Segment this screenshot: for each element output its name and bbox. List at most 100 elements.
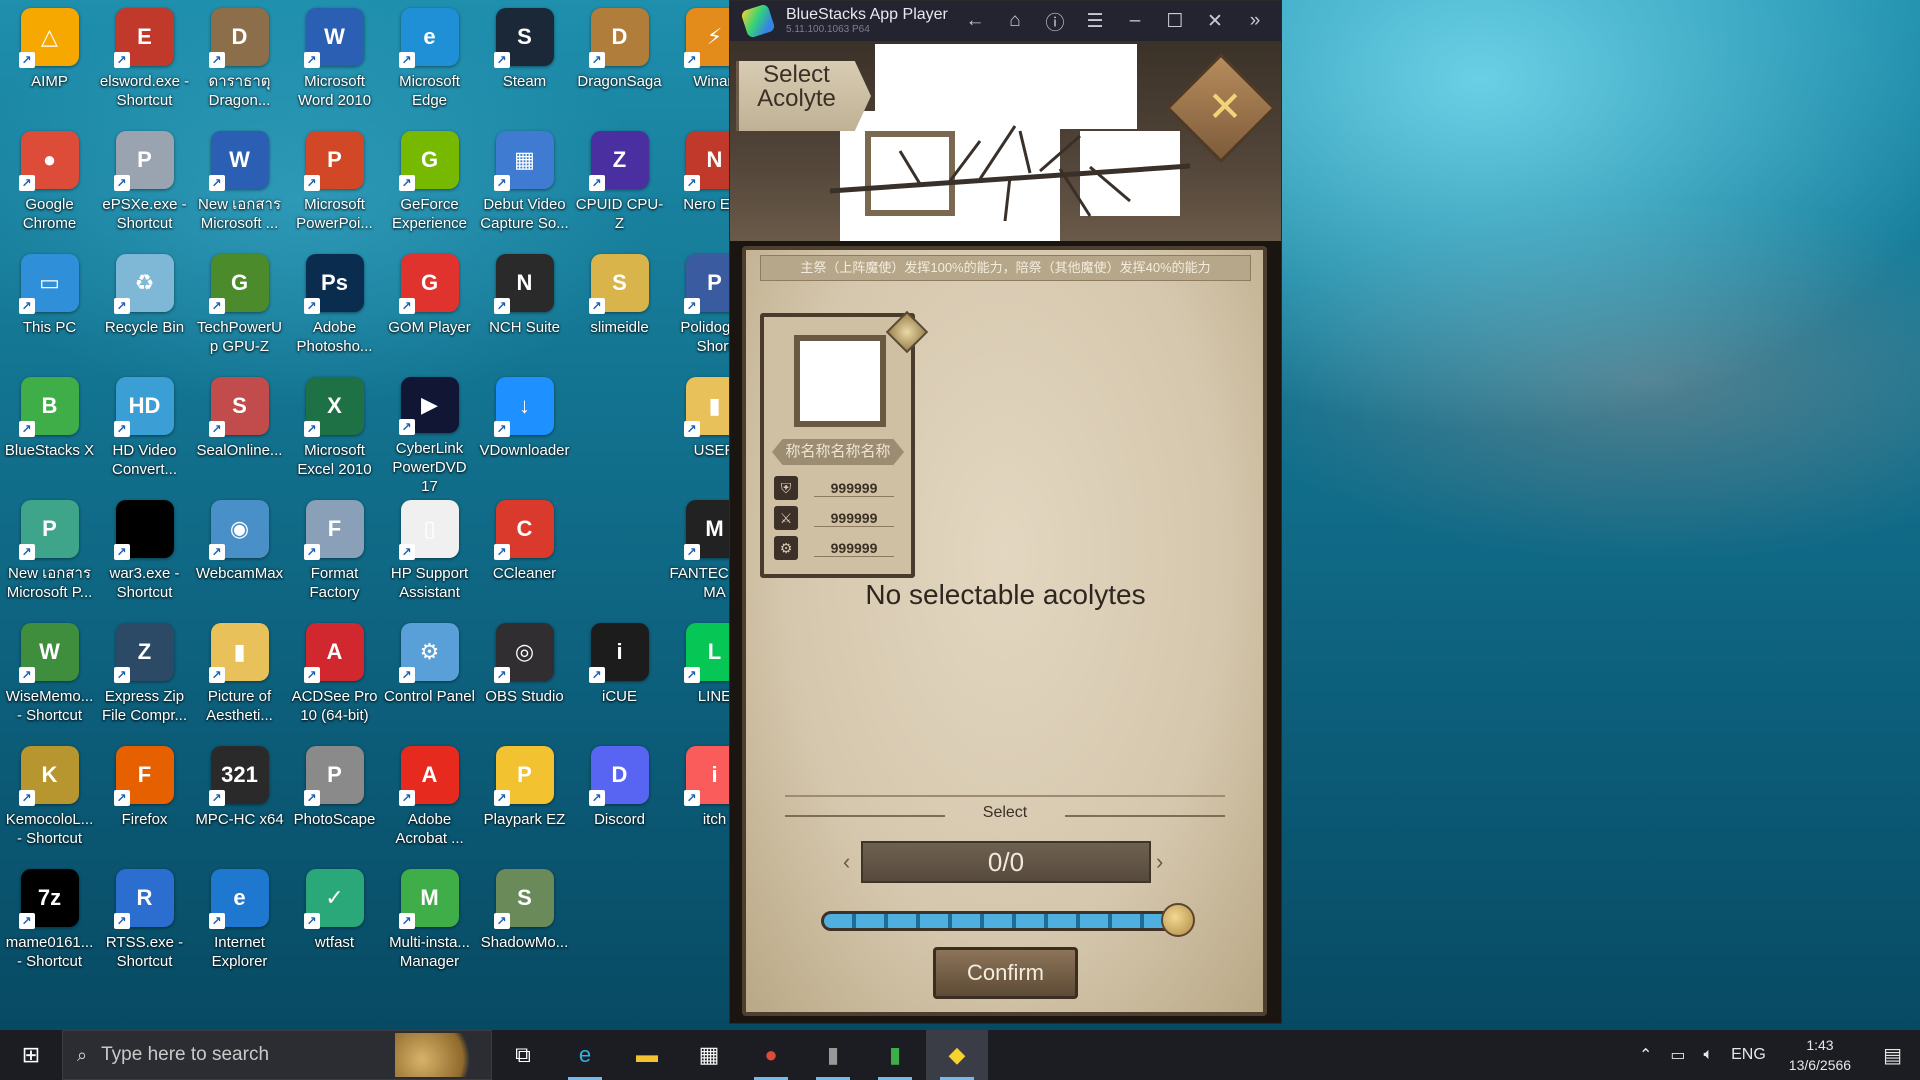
task-view-icon[interactable]: ⧉ xyxy=(492,1030,554,1080)
notification-icon[interactable]: ▤ xyxy=(1865,1043,1920,1068)
quantity-slider[interactable] xyxy=(821,911,1191,931)
desktop-icon[interactable]: F ↗ Firefox xyxy=(97,742,192,865)
chrome-icon[interactable]: ● xyxy=(740,1030,802,1080)
select-label: Select xyxy=(982,804,1028,821)
language-indicator[interactable]: ENG xyxy=(1722,1046,1775,1064)
desktop-icon[interactable]: D ↗ DragonSaga xyxy=(572,4,667,127)
shortcut-arrow-icon: ↗ xyxy=(113,298,130,314)
app-icon: ✓ ↗ xyxy=(303,869,364,929)
desktop-icon[interactable]: e ↗ Internet Explorer xyxy=(192,865,287,988)
desktop-icon[interactable]: P ↗ ePSXe.exe - Shortcut xyxy=(97,127,192,250)
app-icon: e ↗ xyxy=(398,8,459,68)
desktop-icon[interactable]: ✓ ↗ wtfast xyxy=(287,865,382,988)
close-icon[interactable]: ✕ xyxy=(1195,1,1235,41)
desktop-icon[interactable]: ◉ ↗ WebcamMax xyxy=(192,496,287,619)
desktop-icon[interactable]: W ↗ New เอกสาร Microsoft ... xyxy=(192,127,287,250)
desktop-icon[interactable]: D ↗ ดาราธาตุ Dragon... xyxy=(192,4,287,127)
desktop-icon[interactable]: HD ↗ HD Video Convert... xyxy=(97,373,192,496)
start-button[interactable]: ⊞ xyxy=(0,1030,62,1080)
minimize-icon[interactable]: – xyxy=(1115,1,1155,41)
app-glyph: ✓ xyxy=(325,885,344,910)
desktop-icon[interactable]: A ↗ Adobe Acrobat ... xyxy=(382,742,477,865)
desktop-icon[interactable]: G ↗ GeForce Experience xyxy=(382,127,477,250)
app-glyph: S xyxy=(517,885,532,910)
shortcut-arrow-icon: ↗ xyxy=(493,667,510,683)
desktop-icon[interactable]: ♻ ↗ Recycle Bin xyxy=(97,250,192,373)
desktop-icon[interactable]: S ↗ Steam xyxy=(477,4,572,127)
desktop-icon[interactable]: ▦ ↗ Debut Video Capture So... xyxy=(477,127,572,250)
edge-icon[interactable]: e xyxy=(554,1030,616,1080)
shortcut-arrow-icon: ↗ xyxy=(398,419,415,435)
desktop-icon[interactable]: ◎ ↗ OBS Studio xyxy=(477,619,572,742)
desktop-icon[interactable]: A ↗ ACDSee Pro 10 (64-bit) xyxy=(287,619,382,742)
increase-arrow-icon[interactable]: › xyxy=(1156,845,1170,879)
desktop-icon[interactable]: F ↗ Format Factory xyxy=(287,496,382,619)
desktop-icon[interactable]: N ↗ NCH Suite xyxy=(477,250,572,373)
desktop-icon[interactable]: P ↗ PhotoScape xyxy=(287,742,382,865)
expand-icon[interactable]: » xyxy=(1235,1,1275,41)
help-icon[interactable]: ⓘ xyxy=(1035,1,1075,41)
acolyte-card[interactable]: 称名称名称名称 ⛨ 999999 ⚔ 999999 ⚙ 999999 xyxy=(760,310,929,578)
desktop-icon[interactable]: ⚙ ↗ Control Panel xyxy=(382,619,477,742)
desktop-icon[interactable]: E ↗ elsword.exe - Shortcut xyxy=(97,4,192,127)
clock[interactable]: 1:43 13/6/2566 xyxy=(1775,1035,1865,1075)
desktop-icon[interactable]: ↓ ↗ VDownloader xyxy=(477,373,572,496)
shortcut-arrow-icon: ↗ xyxy=(493,544,510,560)
desktop-icon[interactable]: Z ↗ CPUID CPU-Z xyxy=(572,127,667,250)
desktop-icon[interactable]: B ↗ BlueStacks X xyxy=(2,373,97,496)
desktop-icon[interactable]: G ↗ GOM Player xyxy=(382,250,477,373)
desktop-icon[interactable]: e ↗ Microsoft Edge xyxy=(382,4,477,127)
search-box[interactable]: ⌕ Type here to search xyxy=(62,1030,492,1080)
decrease-arrow-icon[interactable]: ‹ xyxy=(843,845,857,879)
desktop-icon[interactable]: W ↗ Microsoft Word 2010 xyxy=(287,4,382,127)
store-icon[interactable]: ▦ xyxy=(678,1030,740,1080)
green-app-icon[interactable]: ▮ xyxy=(864,1030,926,1080)
file-explorer-icon[interactable]: ▬ xyxy=(616,1030,678,1080)
desktop-icon[interactable]: 7z ↗ mame0161... - Shortcut xyxy=(2,865,97,988)
confirm-button[interactable]: Confirm xyxy=(933,947,1078,999)
slider-handle[interactable] xyxy=(1161,903,1195,937)
game-screen[interactable]: Select Acolyte ✕ 主祭（上阵魔使）发挥100%的能力，陪祭（其他… xyxy=(730,41,1281,1023)
bluestacks-titlebar[interactable]: BlueStacks App Player 5.11.100.1063 P64 … xyxy=(730,1,1281,41)
back-icon[interactable]: ← xyxy=(955,1,995,41)
desktop-icon[interactable]: C ↗ CCleaner xyxy=(477,496,572,619)
desktop-icon[interactable]: ↗ war3.exe - Shortcut xyxy=(97,496,192,619)
desktop-icon[interactable]: Ps ↗ Adobe Photosho... xyxy=(287,250,382,373)
desktop-icon[interactable]: ▯ ↗ HP Support Assistant xyxy=(382,496,477,619)
menu-icon[interactable]: ☰ xyxy=(1075,1,1115,41)
chevron-up-icon[interactable]: ⌃ xyxy=(1630,1045,1661,1065)
desktop-icon[interactable]: M ↗ Multi-insta... Manager xyxy=(382,865,477,988)
desktop-icon[interactable]: 321 ↗ MPC-HC x64 xyxy=(192,742,287,865)
bluestacks-icon[interactable]: ◆ xyxy=(926,1030,988,1080)
desktop-icon[interactable]: S ↗ SealOnline... xyxy=(192,373,287,496)
network-icon[interactable]: ▭ xyxy=(1661,1045,1694,1065)
divider xyxy=(785,795,1225,797)
desktop-icon[interactable]: ▮ ↗ Picture of Aestheti... xyxy=(192,619,287,742)
home-icon[interactable]: ⌂ xyxy=(995,1,1035,41)
desktop-icon[interactable]: i ↗ iCUE xyxy=(572,619,667,742)
desktop-icon[interactable]: ▶ ↗ CyberLink PowerDVD 17 xyxy=(382,373,477,496)
bluestacks-window[interactable]: BlueStacks App Player 5.11.100.1063 P64 … xyxy=(729,0,1282,1024)
desktop-icon[interactable]: K ↗ KemocoloL... - Shortcut xyxy=(2,742,97,865)
desktop-icon[interactable]: R ↗ RTSS.exe - Shortcut xyxy=(97,865,192,988)
desktop-icon[interactable]: △ ↗ AIMP xyxy=(2,4,97,127)
mouse-app-icon[interactable]: ▮ xyxy=(802,1030,864,1080)
desktop-icon[interactable]: D ↗ Discord xyxy=(572,742,667,865)
desktop-icon[interactable]: ● ↗ Google Chrome xyxy=(2,127,97,250)
desktop-icon[interactable]: P ↗ New เอกสาร Microsoft P... xyxy=(2,496,97,619)
desktop-icon[interactable]: G ↗ TechPowerUp GPU-Z xyxy=(192,250,287,373)
desktop-icon[interactable]: X ↗ Microsoft Excel 2010 xyxy=(287,373,382,496)
desktop-icon[interactable]: P ↗ Microsoft PowerPoi... xyxy=(287,127,382,250)
desktop-icon[interactable]: P ↗ Playpark EZ xyxy=(477,742,572,865)
maximize-icon[interactable]: ☐ xyxy=(1155,1,1195,41)
crossed-swords-icon[interactable]: ✕ xyxy=(1200,79,1250,135)
app-glyph: D xyxy=(231,24,248,49)
desktop-icon[interactable]: S ↗ ShadowMo... xyxy=(477,865,572,988)
desktop-icon[interactable]: S ↗ slimeidle xyxy=(572,250,667,373)
app-icon: F ↗ xyxy=(303,500,364,560)
desktop-icon[interactable]: Z ↗ Express Zip File Compr... xyxy=(97,619,192,742)
desktop-icon[interactable]: ▭ ↗ This PC xyxy=(2,250,97,373)
volume-icon[interactable]: 🔈︎ xyxy=(1695,1046,1723,1064)
desktop-icon-label: CPUID CPU-Z xyxy=(575,196,664,232)
desktop-icon[interactable]: W ↗ WiseMemo... - Shortcut xyxy=(2,619,97,742)
